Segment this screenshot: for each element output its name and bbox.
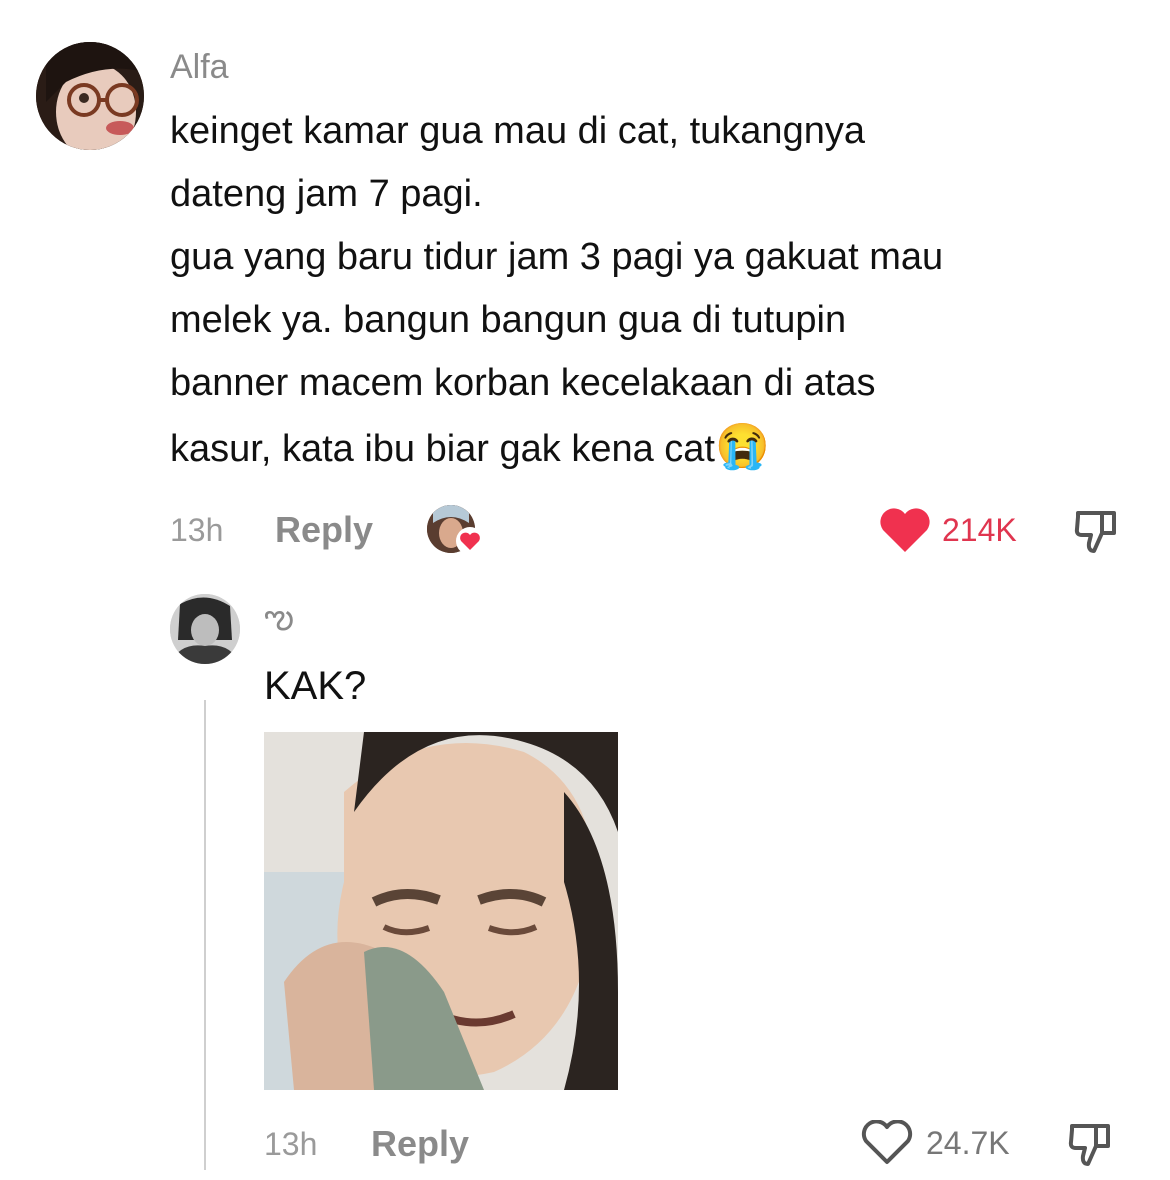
reply-username[interactable]: ఌ: [264, 598, 294, 645]
reply-reply-button[interactable]: Reply: [371, 1123, 469, 1165]
reply-dislike-icon[interactable]: [1066, 1120, 1118, 1170]
reply-timestamp: 13h: [264, 1126, 318, 1162]
dislike-icon[interactable]: [1072, 507, 1124, 557]
reply-like-count: 24.7K: [926, 1125, 1010, 1161]
comment-body: keinget kamar gua mau di cat, tukangnya …: [170, 110, 944, 470]
crying-emoji: 😭: [715, 422, 770, 471]
creator-liked-badge: [427, 505, 487, 557]
heart-badge-icon: [456, 527, 484, 555]
commenter-avatar[interactable]: [36, 42, 144, 150]
comment-timestamp: 13h: [170, 512, 224, 548]
like-heart-filled-icon[interactable]: [878, 508, 932, 554]
thread-line: [204, 700, 206, 1170]
comment-text: keinget kamar gua mau di cat, tukangnya …: [170, 100, 1150, 481]
reply-avatar-photo: [170, 594, 240, 664]
reply-avatar[interactable]: [170, 594, 240, 664]
reply-image[interactable]: [264, 732, 618, 1090]
comment-like-count: 214K: [942, 512, 1017, 548]
reply-button[interactable]: Reply: [275, 509, 373, 551]
reply-photo: [264, 732, 618, 1090]
reply-text: KAK?: [264, 664, 367, 708]
commenter-username[interactable]: Alfa: [170, 48, 229, 87]
like-heart-outline-icon[interactable]: [860, 1120, 914, 1166]
avatar-photo: [36, 42, 144, 150]
